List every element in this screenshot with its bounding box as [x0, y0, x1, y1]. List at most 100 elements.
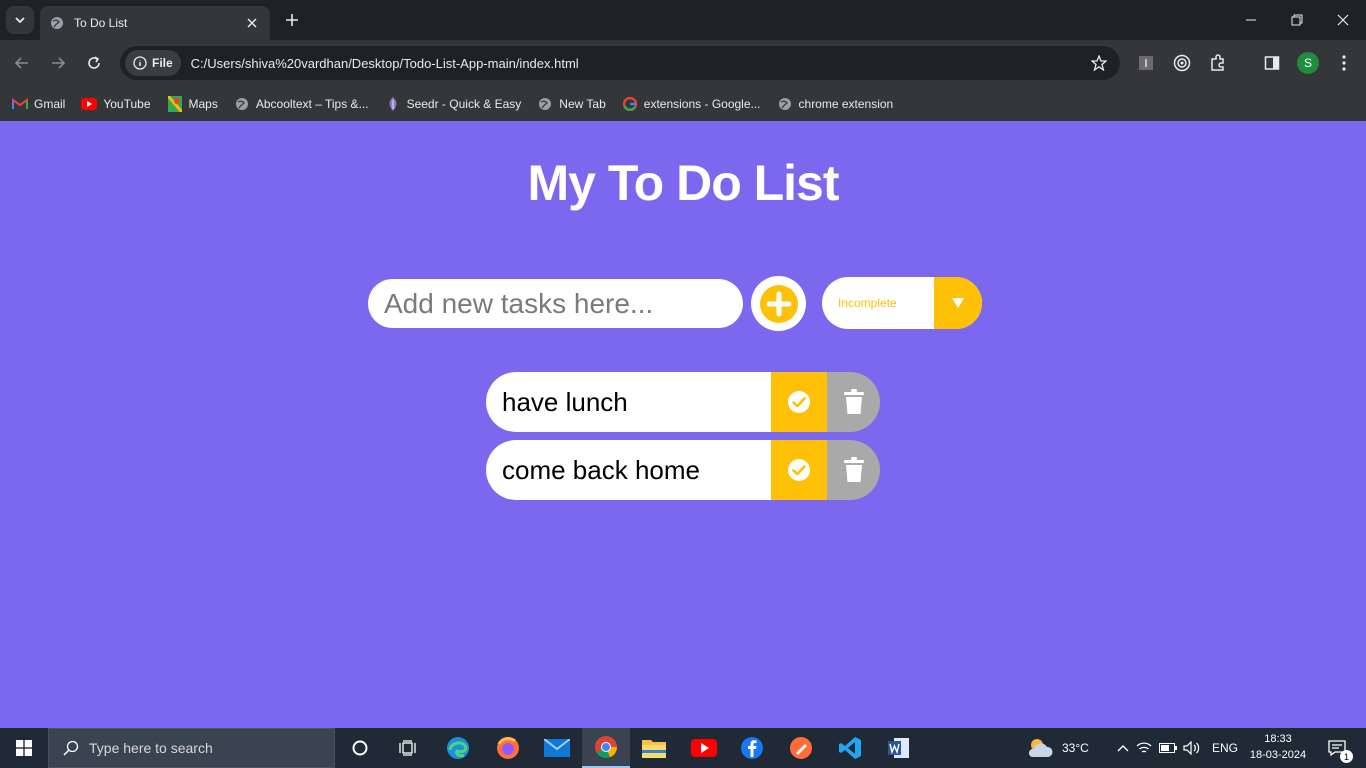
wifi-icon[interactable] — [1132, 741, 1156, 755]
chevron-up-icon[interactable] — [1114, 744, 1132, 752]
side-panel-button[interactable] — [1260, 51, 1284, 75]
add-task-button[interactable] — [751, 276, 806, 331]
profile-button[interactable]: S — [1296, 51, 1320, 75]
start-button[interactable] — [0, 728, 48, 768]
windows-logo-icon — [16, 740, 32, 756]
new-task-input[interactable] — [368, 279, 743, 328]
browser-tab[interactable]: To Do List — [40, 6, 270, 40]
complete-button[interactable] — [771, 372, 827, 432]
check-circle-icon — [788, 391, 810, 413]
weather-cloud-icon — [1028, 739, 1053, 757]
search-placeholder: Type here to search — [89, 740, 213, 756]
facebook-app[interactable] — [728, 728, 776, 768]
word-app[interactable] — [875, 728, 923, 768]
bookmark-label: Abcooltext – Tips &... — [255, 96, 369, 111]
bookmark-gmail[interactable]: Gmail — [12, 96, 65, 112]
extensions-button[interactable] — [1206, 51, 1230, 75]
extension-i-button[interactable] — [1134, 51, 1158, 75]
chrome-menu-button[interactable] — [1332, 51, 1356, 75]
vscode-app[interactable] — [826, 728, 874, 768]
taskbar-clock[interactable]: 18:33 18-03-2024 — [1248, 731, 1308, 763]
todo-app-page: My To Do List Incomplete have lunch — [0, 121, 1366, 728]
forward-button[interactable] — [46, 51, 70, 75]
site-info-chip[interactable]: File — [125, 50, 181, 76]
bookmark-abcooltext[interactable]: Abcooltext – Tips &... — [234, 96, 369, 112]
bookmarks-bar: Gmail YouTube Maps Abcooltext – Tips &..… — [0, 86, 1366, 121]
file-explorer-app[interactable] — [630, 728, 678, 768]
address-bar[interactable]: File C:/Users/shiva%20vardhan/Desktop/To… — [120, 46, 1120, 80]
reload-button[interactable] — [82, 51, 106, 75]
bookmark-label: YouTube — [103, 96, 151, 111]
delete-button[interactable] — [827, 440, 880, 500]
postman-icon — [790, 737, 812, 759]
postman-app[interactable] — [777, 728, 825, 768]
profile-initial: S — [1303, 56, 1312, 70]
filter-select[interactable]: Incomplete — [822, 277, 982, 329]
language-indicator[interactable]: ENG — [1212, 741, 1238, 755]
target-icon — [1173, 54, 1191, 72]
volume-icon[interactable] — [1180, 741, 1204, 755]
url-text[interactable]: C:/Users/shiva%20vardhan/Desktop/Todo-Li… — [191, 56, 1084, 71]
google-icon — [622, 96, 638, 112]
taskbar-search[interactable]: Type here to search — [48, 728, 335, 768]
chevron-down-icon — [15, 17, 25, 24]
cortana-button[interactable] — [336, 728, 384, 768]
firefox-app[interactable] — [484, 728, 532, 768]
bookmark-new-tab[interactable]: New Tab — [537, 96, 606, 112]
bookmark-extensions[interactable]: extensions - Google... — [622, 96, 761, 112]
bookmark-label: Seedr - Quick & Easy — [406, 96, 522, 111]
task-view-icon — [399, 740, 416, 756]
windows-taskbar: Type here to search 33°C ENG 18:33 18-03… — [0, 728, 1366, 768]
delete-button[interactable] — [827, 372, 880, 432]
edge-icon — [447, 737, 469, 759]
avatar: S — [1297, 52, 1319, 74]
star-icon — [1091, 55, 1107, 71]
globe-icon — [777, 96, 793, 112]
folder-icon — [642, 740, 666, 758]
bookmark-chrome-extension[interactable]: chrome extension — [777, 96, 894, 112]
search-icon — [63, 740, 79, 756]
bookmark-seedr[interactable]: Seedr - Quick & Easy — [385, 96, 522, 112]
bookmark-maps[interactable]: Maps — [167, 95, 218, 112]
notification-count-badge: 1 — [1340, 750, 1353, 763]
edge-app[interactable] — [434, 728, 482, 768]
arrow-right-icon — [52, 57, 66, 69]
puzzle-icon — [1211, 54, 1224, 71]
youtube-app[interactable] — [680, 728, 728, 768]
plus-circle-icon — [759, 284, 798, 323]
minimize-button[interactable] — [1228, 0, 1274, 40]
restore-button[interactable] — [1274, 0, 1320, 40]
restore-icon — [1291, 14, 1303, 26]
check-circle-icon — [788, 459, 810, 481]
new-tab-button[interactable] — [282, 10, 302, 30]
close-window-button[interactable] — [1320, 0, 1366, 40]
battery-icon[interactable] — [1156, 743, 1180, 753]
youtube-icon — [691, 739, 717, 757]
notification-center-button[interactable]: 1 — [1320, 728, 1354, 768]
todo-text: come back home — [486, 440, 771, 500]
bookmark-label: Maps — [188, 96, 218, 111]
dropdown-arrow-icon[interactable] — [934, 277, 982, 329]
extension-i-icon — [1139, 56, 1153, 70]
todo-item: have lunch — [486, 372, 880, 432]
complete-button[interactable] — [771, 440, 827, 500]
kebab-menu-icon — [1342, 55, 1346, 71]
back-button[interactable] — [10, 51, 34, 75]
facebook-icon — [741, 737, 763, 759]
weather-widget[interactable]: 33°C — [1026, 728, 1089, 768]
todo-item: come back home — [486, 440, 880, 500]
gmail-icon — [12, 96, 28, 112]
tab-search-button[interactable] — [6, 6, 34, 34]
chrome-app[interactable] — [582, 728, 630, 768]
mail-app[interactable] — [533, 728, 581, 768]
trash-icon — [843, 389, 864, 414]
bookmark-label: chrome extension — [798, 96, 894, 111]
bookmark-star-button[interactable] — [1084, 48, 1114, 78]
extension-target-button[interactable] — [1170, 51, 1194, 75]
close-icon — [1337, 14, 1349, 26]
task-view-button[interactable] — [384, 728, 432, 768]
close-tab-icon[interactable] — [244, 15, 260, 31]
vscode-icon — [839, 737, 861, 759]
youtube-icon — [81, 96, 98, 112]
bookmark-youtube[interactable]: YouTube — [81, 96, 151, 112]
